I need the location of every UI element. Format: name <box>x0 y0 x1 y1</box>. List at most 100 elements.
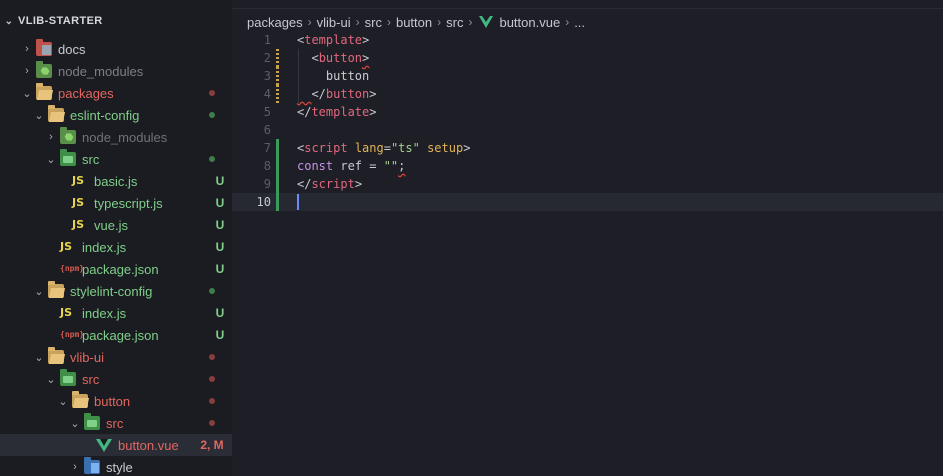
git-status-dot <box>209 376 215 382</box>
tree-item-node-modules[interactable]: › node_modules <box>0 126 232 148</box>
chevron-down-icon[interactable]: ⌄ <box>56 395 70 408</box>
tree-item-vue-js[interactable]: JS vue.js U <box>0 214 232 236</box>
breadcrumb-item[interactable]: button <box>396 15 432 30</box>
chevron-right-icon: › <box>307 15 312 29</box>
git-modified-marker[interactable] <box>276 49 279 67</box>
folder-node-icon <box>60 127 76 144</box>
tree-item-eslint-config[interactable]: ⌄ eslint-config <box>0 104 232 126</box>
code-token: > <box>463 141 471 155</box>
tree-item-label: docs <box>58 41 86 57</box>
git-status-dot <box>209 420 215 426</box>
git-added-marker[interactable] <box>276 157 279 175</box>
tree-item-node-modules[interactable]: › node_modules <box>0 60 232 82</box>
line-number: 9 <box>263 177 271 191</box>
tree-item-index-js[interactable]: JS index.js U <box>0 302 232 324</box>
package-json-icon: {npm} <box>60 330 85 339</box>
chevron-down-icon[interactable]: ⌄ <box>44 153 58 166</box>
package-json-icon: {npm} <box>60 264 85 273</box>
chevron-down-icon[interactable]: ⌄ <box>32 351 46 364</box>
code-editor[interactable]: 1 <template> 2 <button> 3 button 4 </button>… <box>232 31 943 476</box>
code-token: </ <box>297 105 312 119</box>
folder-open-icon <box>48 105 64 122</box>
git-added-marker[interactable] <box>276 175 279 193</box>
breadcrumb-item[interactable]: packages <box>247 15 303 30</box>
tree-item-typescript-js[interactable]: JS typescript.js U <box>0 192 232 214</box>
code-text: </template> <box>297 103 376 121</box>
chevron-right-icon[interactable]: › <box>20 65 34 77</box>
tree-item-label: stylelint-config <box>70 283 153 299</box>
tree-item-button-vue[interactable]: button.vue 2, M <box>0 434 232 456</box>
code-token: = <box>383 141 391 155</box>
code-token: > <box>354 177 363 191</box>
code-token: "ts" <box>390 141 420 155</box>
tree-item-package-json[interactable]: {npm} package.json U <box>0 324 232 346</box>
code-line[interactable]: 1 <template> <box>232 31 943 49</box>
code-line[interactable]: 6 <box>232 121 943 139</box>
tree-item-index-js[interactable]: JS index.js U <box>0 236 232 258</box>
git-status-badge: U <box>215 240 225 254</box>
folder-src-icon <box>84 413 100 430</box>
tree-item-label: package.json <box>82 261 159 277</box>
tree-item-src[interactable]: ⌄ src <box>0 368 232 390</box>
breadcrumb-item[interactable]: vlib-ui <box>317 15 351 30</box>
code-token: button <box>318 51 363 65</box>
chevron-down-icon[interactable]: ⌄ <box>20 87 34 100</box>
tree-item-label: src <box>82 371 100 387</box>
code-line[interactable]: 5 </template> <box>232 103 943 121</box>
chevron-right-icon[interactable]: › <box>68 461 82 473</box>
line-number: 1 <box>263 33 271 47</box>
tree-item-label: vlib-ui <box>70 349 104 365</box>
code-line[interactable]: 2 <button> <box>232 49 943 67</box>
git-added-marker[interactable] <box>276 193 279 211</box>
line-number: 2 <box>263 51 271 65</box>
tree-item-src[interactable]: ⌄ src <box>0 412 232 434</box>
breadcrumb-item[interactable]: src <box>446 15 463 30</box>
code-token: const <box>297 159 334 173</box>
code-line[interactable]: 4 </button> <box>232 85 943 103</box>
code-text: <template> <box>297 31 369 49</box>
git-status-badge: U <box>215 328 225 342</box>
tree-item-package-json[interactable]: {npm} package.json U <box>0 258 232 280</box>
line-number: 8 <box>263 159 271 173</box>
tree-item-basic-js[interactable]: JS basic.js U <box>0 170 232 192</box>
breadcrumb-item[interactable]: button.vue <box>499 15 560 30</box>
tree-item-label: node_modules <box>58 63 144 79</box>
folder-src-icon <box>60 369 76 386</box>
code-line[interactable]: 9 </script> <box>232 175 943 193</box>
code-token: < <box>297 51 319 65</box>
breadcrumb-item[interactable]: src <box>365 15 382 30</box>
chevron-down-icon[interactable]: ⌄ <box>68 417 82 430</box>
chevron-right-icon[interactable]: › <box>44 131 58 143</box>
tree-item-style[interactable]: › style <box>0 456 232 476</box>
tree-item-stylelint-config[interactable]: ⌄ stylelint-config <box>0 280 232 302</box>
chevron-right-icon[interactable]: › <box>20 43 34 55</box>
chevron-right-icon: › <box>565 15 570 29</box>
code-token: lang <box>347 141 384 155</box>
tree-item-vlib-ui[interactable]: ⌄ vlib-ui <box>0 346 232 368</box>
git-status-badge: U <box>215 174 225 188</box>
chevron-down-icon[interactable]: ⌄ <box>32 109 46 122</box>
git-status-dot <box>209 354 215 360</box>
code-line[interactable]: 7 <script lang="ts" setup> <box>232 139 943 157</box>
tree-item-label: node_modules <box>82 129 168 145</box>
tree-item-button[interactable]: ⌄ button <box>0 390 232 412</box>
tree-item-label: button.vue <box>118 437 179 453</box>
code-token: ref = <box>333 159 384 173</box>
git-modified-marker[interactable] <box>276 67 279 85</box>
git-modified-marker[interactable] <box>276 85 279 103</box>
breadcrumb-item[interactable]: ... <box>574 15 585 30</box>
code-line[interactable]: 3 button <box>232 67 943 85</box>
git-added-marker[interactable] <box>276 139 279 157</box>
chevron-down-icon[interactable]: ⌄ <box>44 373 58 386</box>
tree-item-docs[interactable]: › docs <box>0 38 232 60</box>
explorer-section-header[interactable]: ⌄ VLIB-STARTER <box>0 10 232 32</box>
code-line[interactable]: 8 const ref = ""; <box>232 157 943 175</box>
tree-item-label: src <box>106 415 124 431</box>
tree-item-src[interactable]: ⌄ src <box>0 148 232 170</box>
tree-item-label: typescript.js <box>94 195 163 211</box>
tree-item-packages[interactable]: ⌄ packages <box>0 82 232 104</box>
line-number: 6 <box>263 123 271 137</box>
code-token: template <box>304 33 363 47</box>
code-line[interactable]: 10 <box>232 193 943 211</box>
chevron-down-icon[interactable]: ⌄ <box>32 285 46 298</box>
